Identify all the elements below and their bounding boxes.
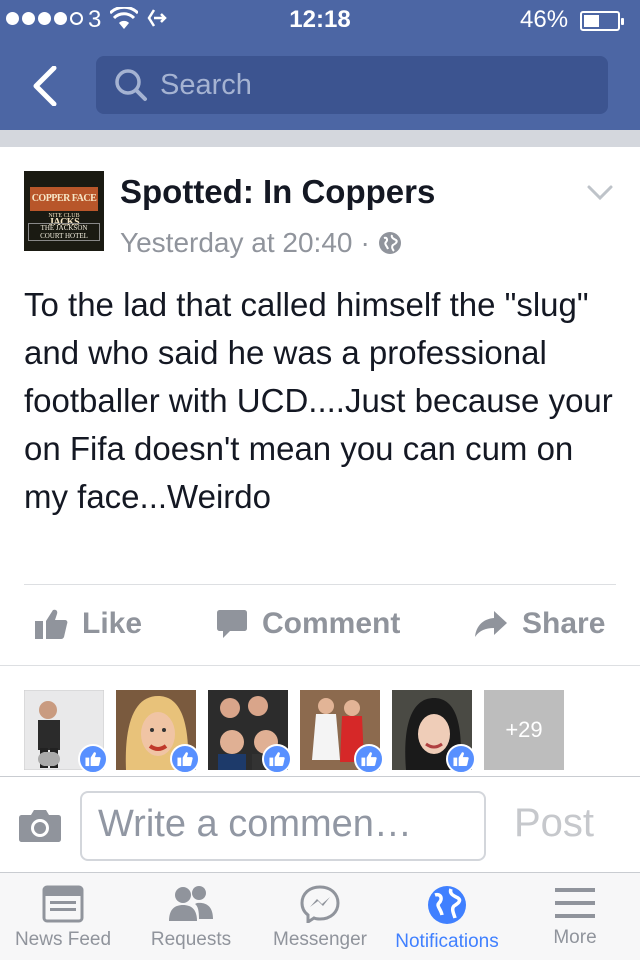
battery-percent: 46% [520, 6, 569, 33]
tab-label: News Feed [14, 929, 112, 950]
like-badge-icon [170, 744, 200, 774]
like-badge-icon [446, 744, 476, 774]
globe-privacy-icon [378, 232, 401, 254]
thumbs-up-icon [35, 609, 68, 639]
search-input[interactable]: Search [96, 56, 608, 114]
share-button[interactable]: Share [474, 607, 605, 641]
comment-input[interactable]: Write a commen… [80, 791, 486, 861]
like-badge-icon [262, 744, 292, 774]
tab-messenger[interactable]: Messenger [256, 873, 384, 961]
avatar-sign-text: COPPER FACE JACKS [30, 187, 98, 228]
page-name-link[interactable]: Spotted: In Coppers [120, 173, 435, 211]
post-actions: Like Comment Share [0, 585, 640, 665]
comment-button[interactable]: Comment [216, 607, 400, 641]
search-placeholder: Search [160, 68, 252, 101]
meta-separator: · [360, 227, 370, 258]
like-button[interactable]: Like [34, 607, 142, 641]
liker-avatar[interactable] [300, 690, 384, 774]
more-likers-button[interactable]: +29 [484, 690, 564, 770]
messenger-icon [300, 885, 340, 923]
news-feed-icon [42, 885, 84, 923]
chevron-left-icon [33, 65, 57, 107]
post-options-chevron[interactable] [586, 183, 614, 203]
menu-icon [555, 888, 595, 918]
share-label: Share [522, 607, 606, 640]
tab-notifications[interactable]: Notifications [384, 873, 510, 961]
page-avatar[interactable]: COPPER FACE JACKS NITE CLUB THE JACKSON … [24, 171, 104, 251]
status-bar: 3 12:18 46% [0, 0, 640, 40]
avatar-sub-text: NITE CLUB [48, 213, 80, 219]
friend-requests-icon [169, 886, 213, 921]
camera-icon [19, 810, 61, 842]
tab-news-feed[interactable]: News Feed [0, 873, 126, 961]
chevron-down-icon [587, 185, 613, 201]
post-timestamp[interactable]: Yesterday at 20:40 [120, 227, 352, 259]
tab-bar: News Feed Requests Messenger Notificatio… [0, 872, 640, 960]
nav-bar: Search [0, 40, 640, 130]
tab-label: Requests [150, 929, 232, 950]
liker-avatar[interactable] [116, 690, 200, 774]
battery-icon [580, 11, 624, 31]
tab-label: Notifications [395, 931, 499, 952]
post-card: COPPER FACE JACKS NITE CLUB THE JACKSON … [0, 147, 640, 774]
liker-avatar[interactable] [208, 690, 292, 774]
post-comment-button[interactable]: Post [514, 801, 594, 846]
like-label: Like [82, 607, 143, 640]
tab-more[interactable]: More [510, 873, 640, 961]
post-meta: Yesterday at 20:40 · [120, 227, 402, 259]
like-badge-icon [354, 744, 384, 774]
divider [0, 665, 640, 666]
like-badge-icon [78, 744, 108, 774]
avatar-sub-text-2: THE JACKSON COURT HOTEL [28, 223, 100, 241]
feed-separator [0, 130, 640, 147]
comment-composer: Write a commen… Post [0, 776, 640, 872]
share-arrow-icon [475, 611, 507, 637]
back-button[interactable] [28, 65, 64, 107]
comment-bubble-icon [217, 610, 247, 638]
comment-label: Comment [262, 607, 401, 640]
liker-avatar[interactable] [24, 690, 108, 774]
tab-label: Messenger [273, 929, 367, 950]
tab-label: More [553, 927, 597, 948]
globe-icon [428, 886, 466, 924]
post-body-text: To the lad that called himself the "slug… [24, 286, 613, 515]
camera-button[interactable] [18, 807, 62, 843]
search-icon [115, 69, 147, 101]
tab-requests[interactable]: Requests [126, 873, 256, 961]
liker-avatar[interactable] [392, 690, 476, 774]
